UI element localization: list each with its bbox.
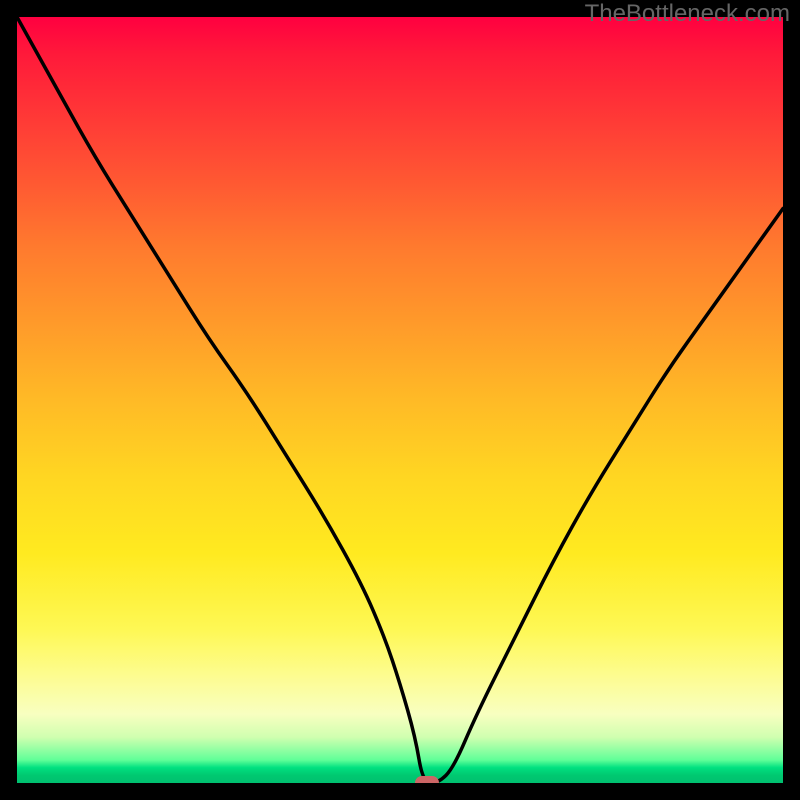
plot-area xyxy=(17,17,783,783)
bottleneck-curve xyxy=(17,17,783,783)
chart-container: TheBottleneck.com xyxy=(0,0,800,800)
attribution-text: TheBottleneck.com xyxy=(585,0,790,28)
optimum-marker xyxy=(415,776,439,783)
